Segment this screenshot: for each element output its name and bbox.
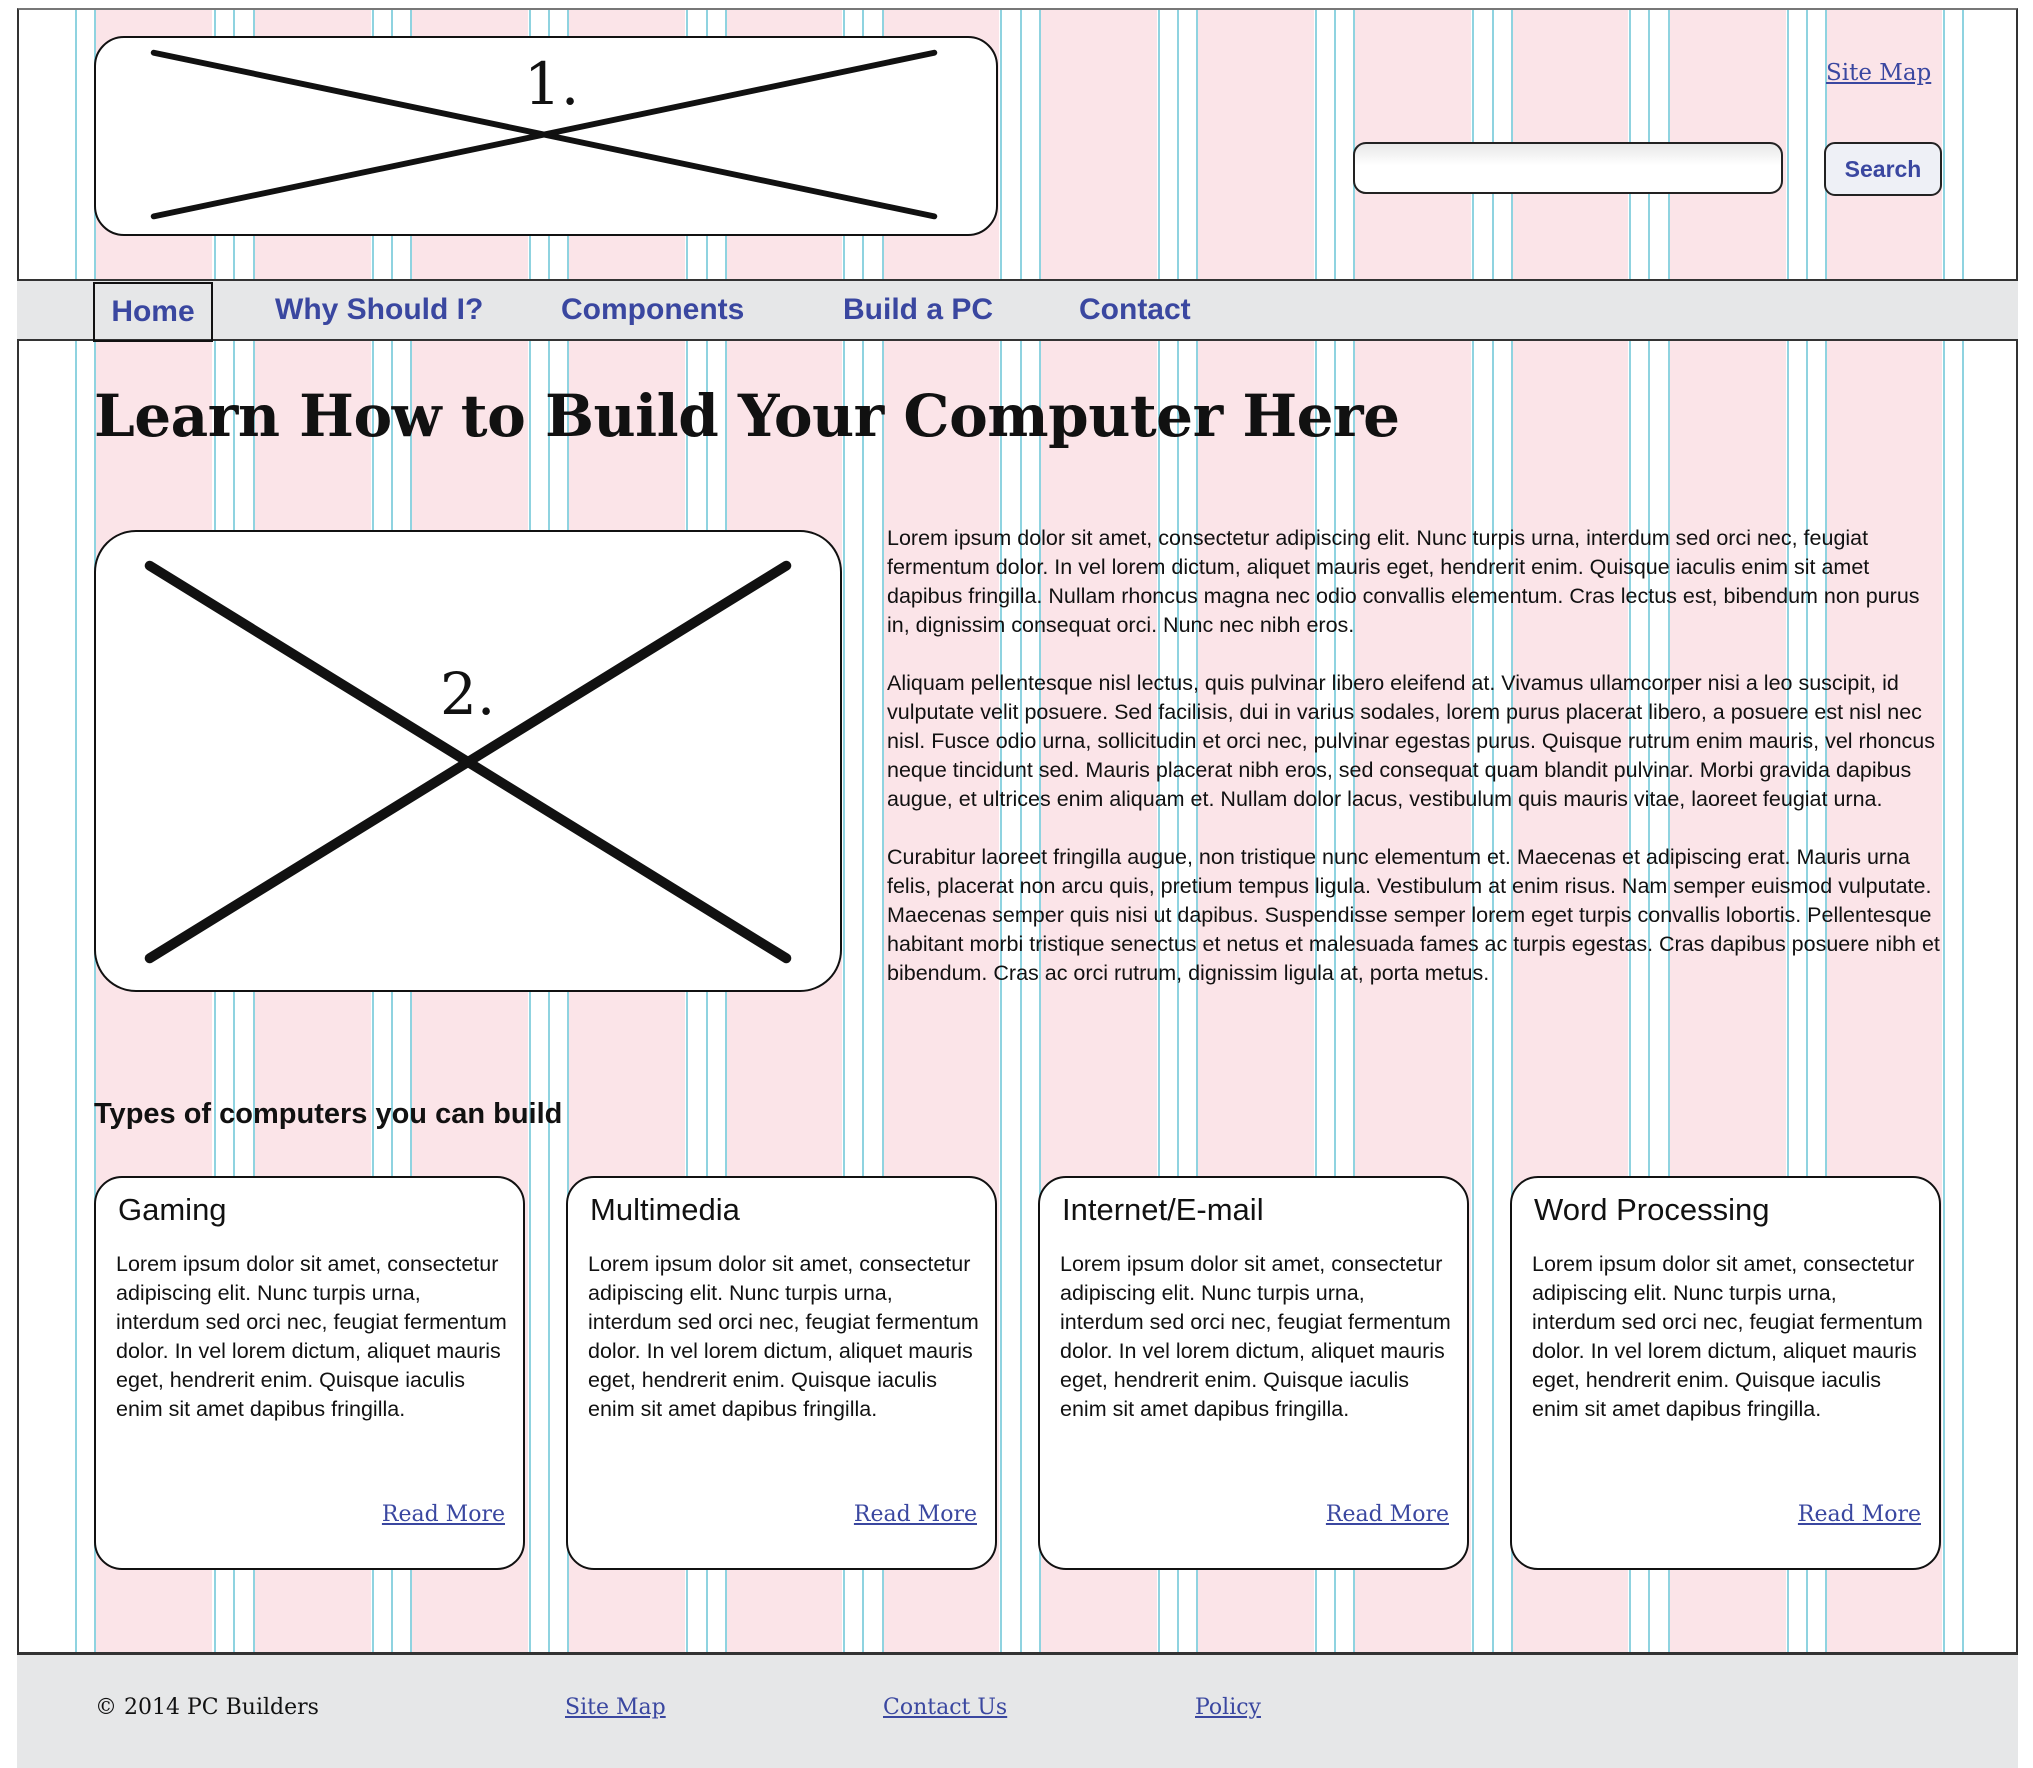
- nav-item-components[interactable]: Components: [561, 281, 744, 339]
- intro-paragraph: Lorem ipsum dolor sit amet, consectetur …: [887, 526, 1920, 637]
- wireframe-page: 1. Site Map Search Home Why Should I? Co…: [0, 0, 2033, 1768]
- read-more-link[interactable]: Read More: [382, 1502, 505, 1527]
- copyright: © 2014 PC Builders: [95, 1695, 319, 1720]
- intro-paragraph: Curabitur laoreet fringilla augue, non t…: [887, 845, 1940, 985]
- card-title: Multimedia: [590, 1192, 740, 1227]
- card-title: Internet/E-mail: [1062, 1192, 1264, 1227]
- grid-guide-line: [1962, 10, 1964, 1768]
- read-more-link[interactable]: Read More: [854, 1502, 977, 1527]
- nav-item-build-a-pc[interactable]: Build a PC: [843, 281, 993, 339]
- card-internet-email: Internet/E-mail Lorem ipsum dolor sit am…: [1038, 1176, 1469, 1570]
- card-gaming: Gaming Lorem ipsum dolor sit amet, conse…: [94, 1176, 525, 1570]
- card-title: Word Processing: [1534, 1192, 1770, 1227]
- card-text: Lorem ipsum dolor sit amet, consectetur …: [116, 1252, 507, 1421]
- footer: © 2014 PC Builders Site Map Contact Us P…: [17, 1652, 2018, 1768]
- section-heading: Types of computers you can build: [94, 1098, 563, 1130]
- hero-image-placeholder: 2.: [94, 530, 842, 992]
- card-text: Lorem ipsum dolor sit amet, consectetur …: [588, 1252, 979, 1421]
- card-text: Lorem ipsum dolor sit amet, consectetur …: [1060, 1252, 1451, 1421]
- card-text: Lorem ipsum dolor sit amet, consectetur …: [1532, 1252, 1923, 1421]
- footer-site-map-link[interactable]: Site Map: [565, 1695, 666, 1720]
- read-more-link[interactable]: Read More: [1798, 1502, 1921, 1527]
- search-button[interactable]: Search: [1824, 142, 1942, 196]
- main-nav: Home Why Should I? Components Build a PC…: [17, 279, 2018, 342]
- read-more-link[interactable]: Read More: [1326, 1502, 1449, 1527]
- nav-item-home[interactable]: Home: [93, 282, 213, 342]
- nav-item-why-should-i[interactable]: Why Should I?: [275, 281, 483, 339]
- footer-contact-us-link[interactable]: Contact Us: [883, 1695, 1007, 1720]
- logo-placeholder: 1.: [94, 36, 998, 236]
- intro-paragraph: Aliquam pellentesque nisl lectus, quis p…: [887, 671, 1936, 811]
- nav-item-contact[interactable]: Contact: [1079, 281, 1191, 339]
- card-title: Gaming: [118, 1192, 227, 1227]
- logo-placeholder-label: 1.: [524, 50, 580, 118]
- search-input[interactable]: [1353, 142, 1783, 194]
- footer-policy-link[interactable]: Policy: [1195, 1695, 1261, 1720]
- intro-text: Lorem ipsum dolor sit amet, consectetur …: [887, 524, 1942, 1017]
- grid-guide-line: [75, 10, 77, 1768]
- hero-placeholder-label: 2.: [440, 660, 496, 728]
- card-multimedia: Multimedia Lorem ipsum dolor sit amet, c…: [566, 1176, 997, 1570]
- image-placeholder-cross-icon: [144, 560, 792, 964]
- grid-guide-line: [1943, 10, 1945, 1768]
- site-map-link[interactable]: Site Map: [1826, 60, 1931, 86]
- card-word-processing: Word Processing Lorem ipsum dolor sit am…: [1510, 1176, 1941, 1570]
- page-title: Learn How to Build Your Computer Here: [94, 382, 1400, 450]
